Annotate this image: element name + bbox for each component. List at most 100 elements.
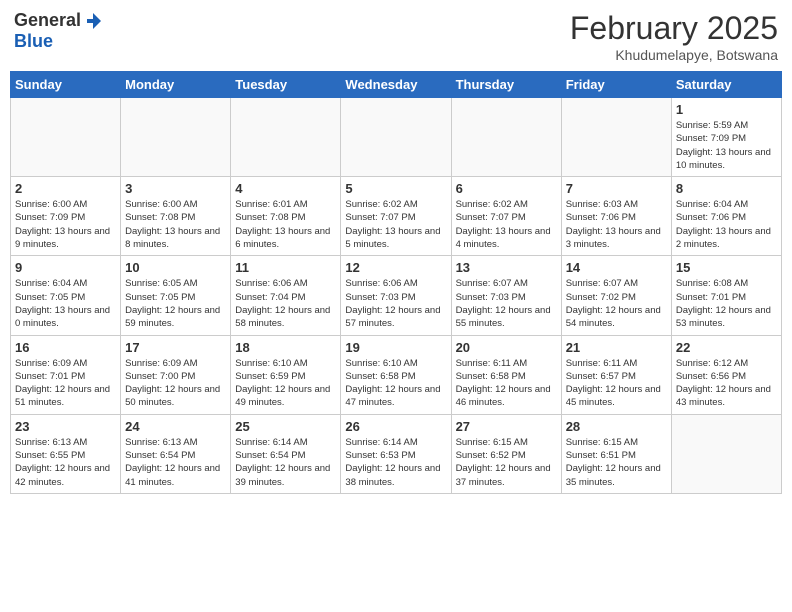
calendar-cell: 11Sunrise: 6:06 AM Sunset: 7:04 PM Dayli… (231, 256, 341, 335)
day-number: 15 (676, 260, 777, 275)
day-of-week-saturday: Saturday (671, 72, 781, 98)
day-number: 17 (125, 340, 226, 355)
day-of-week-sunday: Sunday (11, 72, 121, 98)
day-number: 8 (676, 181, 777, 196)
day-info: Sunrise: 6:14 AM Sunset: 6:54 PM Dayligh… (235, 436, 336, 489)
calendar-cell: 5 Sunrise: 6:02 AM Sunset: 7:07 PM Daylig… (341, 177, 451, 256)
calendar-week-row: 9Sunrise: 6:04 AM Sunset: 7:05 PM Daylig… (11, 256, 782, 335)
day-number: 3 (125, 181, 226, 196)
day-info: Sunrise: 6:11 AM Sunset: 6:58 PM Dayligh… (456, 357, 557, 410)
day-number: 20 (456, 340, 557, 355)
calendar-cell: 18 Sunrise: 6:10 AM Sunset: 6:59 PM Dayli… (231, 335, 341, 414)
day-of-week-friday: Friday (561, 72, 671, 98)
calendar-cell: 13 Sunrise: 6:07 AM Sunset: 7:03 PM Dayli… (451, 256, 561, 335)
day-number: 25 (235, 419, 336, 434)
calendar-cell: 2 Sunrise: 6:00 AM Sunset: 7:09 PM Daylig… (11, 177, 121, 256)
day-number: 19 (345, 340, 446, 355)
calendar-cell: 24 Sunrise: 6:13 AM Sunset: 6:54 PM Dayli… (121, 414, 231, 493)
day-info: Sunrise: 6:03 AM Sunset: 7:06 PM Dayligh… (566, 198, 667, 251)
day-number: 26 (345, 419, 446, 434)
day-info: Sunrise: 6:09 AM Sunset: 7:01 PM Dayligh… (15, 357, 116, 410)
calendar-cell (231, 98, 341, 177)
day-number: 1 (676, 102, 777, 117)
day-number: 28 (566, 419, 667, 434)
logo-blue-text: Blue (14, 31, 53, 52)
day-info: Sunrise: 6:10 AM Sunset: 6:58 PM Dayligh… (345, 357, 446, 410)
day-info: Sunrise: 6:04 AM Sunset: 7:06 PM Dayligh… (676, 198, 777, 251)
day-of-week-wednesday: Wednesday (341, 72, 451, 98)
location-subtitle: Khudumelapye, Botswana (570, 47, 778, 63)
page-header: General Blue February 2025 Khudumelapye,… (10, 10, 782, 63)
day-info: Sunrise: 6:13 AM Sunset: 6:54 PM Dayligh… (125, 436, 226, 489)
calendar-cell: 15 Sunrise: 6:08 AM Sunset: 7:01 PM Dayli… (671, 256, 781, 335)
calendar-cell: 1 Sunrise: 5:59 AM Sunset: 7:09 PM Daylig… (671, 98, 781, 177)
day-info: Sunrise: 6:06 AM Sunset: 7:04 PM Dayligh… (235, 277, 336, 330)
calendar-cell: 20 Sunrise: 6:11 AM Sunset: 6:58 PM Dayli… (451, 335, 561, 414)
calendar-cell: 7Sunrise: 6:03 AM Sunset: 7:06 PM Daylig… (561, 177, 671, 256)
calendar-cell: 8 Sunrise: 6:04 AM Sunset: 7:06 PM Daylig… (671, 177, 781, 256)
day-info: Sunrise: 6:02 AM Sunset: 7:07 PM Dayligh… (456, 198, 557, 251)
calendar-cell: 10 Sunrise: 6:05 AM Sunset: 7:05 PM Dayli… (121, 256, 231, 335)
day-info: Sunrise: 6:00 AM Sunset: 7:08 PM Dayligh… (125, 198, 226, 251)
day-number: 5 (345, 181, 446, 196)
month-year-title: February 2025 (570, 10, 778, 47)
day-info: Sunrise: 6:07 AM Sunset: 7:02 PM Dayligh… (566, 277, 667, 330)
day-number: 10 (125, 260, 226, 275)
calendar-week-row: 2 Sunrise: 6:00 AM Sunset: 7:09 PM Daylig… (11, 177, 782, 256)
calendar-cell: 23Sunrise: 6:13 AM Sunset: 6:55 PM Dayli… (11, 414, 121, 493)
day-info: Sunrise: 6:15 AM Sunset: 6:51 PM Dayligh… (566, 436, 667, 489)
day-number: 22 (676, 340, 777, 355)
day-info: Sunrise: 6:07 AM Sunset: 7:03 PM Dayligh… (456, 277, 557, 330)
calendar-week-row: 23Sunrise: 6:13 AM Sunset: 6:55 PM Dayli… (11, 414, 782, 493)
day-number: 14 (566, 260, 667, 275)
calendar-cell: 19 Sunrise: 6:10 AM Sunset: 6:58 PM Dayli… (341, 335, 451, 414)
calendar-cell (341, 98, 451, 177)
day-number: 9 (15, 260, 116, 275)
day-info: Sunrise: 6:08 AM Sunset: 7:01 PM Dayligh… (676, 277, 777, 330)
day-info: Sunrise: 6:00 AM Sunset: 7:09 PM Dayligh… (15, 198, 116, 251)
day-info: Sunrise: 6:14 AM Sunset: 6:53 PM Dayligh… (345, 436, 446, 489)
day-number: 2 (15, 181, 116, 196)
calendar-cell (121, 98, 231, 177)
calendar-cell: 27 Sunrise: 6:15 AM Sunset: 6:52 PM Dayli… (451, 414, 561, 493)
day-info: Sunrise: 6:12 AM Sunset: 6:56 PM Dayligh… (676, 357, 777, 410)
calendar-cell: 4 Sunrise: 6:01 AM Sunset: 7:08 PM Daylig… (231, 177, 341, 256)
day-number: 24 (125, 419, 226, 434)
logo: General Blue (14, 10, 103, 52)
calendar-cell: 6 Sunrise: 6:02 AM Sunset: 7:07 PM Daylig… (451, 177, 561, 256)
calendar-cell: 12Sunrise: 6:06 AM Sunset: 7:03 PM Dayli… (341, 256, 451, 335)
day-number: 13 (456, 260, 557, 275)
day-of-week-thursday: Thursday (451, 72, 561, 98)
title-area: February 2025 Khudumelapye, Botswana (570, 10, 778, 63)
day-number: 16 (15, 340, 116, 355)
calendar-header-row: SundayMondayTuesdayWednesdayThursdayFrid… (11, 72, 782, 98)
calendar-cell: 21 Sunrise: 6:11 AM Sunset: 6:57 PM Dayli… (561, 335, 671, 414)
calendar-cell: 14 Sunrise: 6:07 AM Sunset: 7:02 PM Dayli… (561, 256, 671, 335)
day-number: 18 (235, 340, 336, 355)
day-of-week-tuesday: Tuesday (231, 72, 341, 98)
calendar-cell: 3 Sunrise: 6:00 AM Sunset: 7:08 PM Daylig… (121, 177, 231, 256)
calendar-week-row: 16 Sunrise: 6:09 AM Sunset: 7:01 PM Dayli… (11, 335, 782, 414)
day-info: Sunrise: 5:59 AM Sunset: 7:09 PM Dayligh… (676, 119, 777, 172)
calendar-cell: 25 Sunrise: 6:14 AM Sunset: 6:54 PM Dayli… (231, 414, 341, 493)
day-info: Sunrise: 6:06 AM Sunset: 7:03 PM Dayligh… (345, 277, 446, 330)
day-number: 21 (566, 340, 667, 355)
calendar-cell: 9Sunrise: 6:04 AM Sunset: 7:05 PM Daylig… (11, 256, 121, 335)
day-info: Sunrise: 6:01 AM Sunset: 7:08 PM Dayligh… (235, 198, 336, 251)
day-info: Sunrise: 6:15 AM Sunset: 6:52 PM Dayligh… (456, 436, 557, 489)
day-number: 27 (456, 419, 557, 434)
day-number: 6 (456, 181, 557, 196)
day-info: Sunrise: 6:02 AM Sunset: 7:07 PM Dayligh… (345, 198, 446, 251)
day-of-week-monday: Monday (121, 72, 231, 98)
day-info: Sunrise: 6:11 AM Sunset: 6:57 PM Dayligh… (566, 357, 667, 410)
calendar-cell (561, 98, 671, 177)
calendar-cell (11, 98, 121, 177)
day-number: 4 (235, 181, 336, 196)
calendar-cell: 16 Sunrise: 6:09 AM Sunset: 7:01 PM Dayli… (11, 335, 121, 414)
day-info: Sunrise: 6:10 AM Sunset: 6:59 PM Dayligh… (235, 357, 336, 410)
calendar-cell: 26 Sunrise: 6:14 AM Sunset: 6:53 PM Dayli… (341, 414, 451, 493)
day-info: Sunrise: 6:05 AM Sunset: 7:05 PM Dayligh… (125, 277, 226, 330)
calendar-cell: 17 Sunrise: 6:09 AM Sunset: 7:00 PM Dayli… (121, 335, 231, 414)
day-info: Sunrise: 6:09 AM Sunset: 7:00 PM Dayligh… (125, 357, 226, 410)
day-info: Sunrise: 6:13 AM Sunset: 6:55 PM Dayligh… (15, 436, 116, 489)
